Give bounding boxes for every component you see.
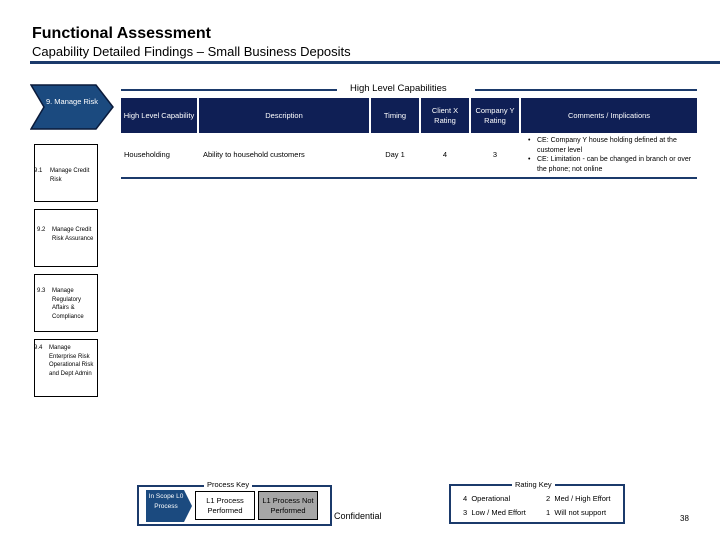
rating-value: 4 [463, 494, 468, 503]
rating-key-item: 4 Operational [463, 494, 510, 503]
comment-item: CE: Limitation - can be changed in branc… [528, 155, 699, 174]
comment-item: CE: Company Y house holding defined at t… [528, 136, 699, 155]
subprocess-number: 9.4 [34, 345, 43, 351]
cell-client-x-rating: 4 [442, 150, 448, 159]
column-header-client-x-rating: Client X Rating [421, 98, 469, 133]
column-header-label: Timing [383, 110, 407, 120]
rating-value: 1 [546, 508, 551, 517]
cell-description: Ability to household customers [203, 150, 305, 159]
subprocess-name: Manage Enterprise Risk Operational Risk … [49, 345, 94, 377]
section-rule-left [121, 89, 337, 91]
page-title: Functional Assessment [32, 25, 212, 42]
chevron-label: 9. Manage Risk [45, 97, 99, 106]
subprocess-name: Manage Credit Risk Assurance [52, 227, 94, 242]
rating-label: Will not support [554, 508, 607, 517]
subprocess-box-9-3: 9.3 Manage Regulatory Affairs & Complian… [34, 274, 98, 332]
table-header: High Level Capability Description Timing… [121, 98, 697, 133]
subprocess-box-9-1: 9.1 Manage Credit Risk [34, 144, 98, 202]
column-header-capability: High Level Capability [121, 98, 197, 133]
column-header-company-y-rating: Company Y Rating [471, 98, 519, 133]
column-header-label: Description [265, 110, 303, 120]
performed-label: L1 Process Performed [206, 495, 244, 515]
rating-label: Med / High Effort [554, 494, 611, 503]
row-divider [121, 177, 697, 179]
subprocess-number: 9.1 [34, 168, 43, 174]
subprocess-name: Manage Credit Risk [50, 168, 90, 183]
subprocess-box-9-2: 9.2 Manage Credit Risk Assurance [34, 209, 98, 267]
rating-key-item: 2 Med / High Effort [546, 494, 610, 503]
rating-key-item: 3 Low / Med Effort [463, 508, 526, 517]
subprocess-number: 9.3 [37, 288, 46, 294]
page-number: 38 [680, 514, 689, 523]
cell-capability: Householding [124, 150, 170, 159]
title-divider [30, 61, 720, 64]
process-chevron: 9. Manage Risk [30, 84, 114, 130]
column-header-label: High Level Capability [123, 110, 195, 120]
rating-key-item: 1 Will not support [546, 508, 606, 517]
page-subtitle: Capability Detailed Findings – Small Bus… [32, 44, 351, 59]
not-performed-label: L1 Process Not Performed [262, 495, 314, 515]
process-key-performed: L1 Process Performed [195, 491, 255, 520]
confidential-label: Confidential [334, 511, 382, 521]
column-header-label: Company Y Rating [475, 105, 515, 125]
cell-timing: Day 1 [385, 150, 405, 159]
cell-comments: CE: Company Y house holding defined at t… [527, 136, 699, 174]
section-rule-right [475, 89, 697, 91]
in-scope-label: In Scope L0 Process [148, 493, 184, 510]
section-title: High Level Capabilities [350, 83, 447, 94]
process-key-title: Process Key [204, 480, 253, 489]
rating-label: Low / Med Effort [471, 508, 526, 517]
cell-company-y-rating: 3 [492, 150, 498, 159]
column-header-label: Client X Rating [431, 105, 459, 125]
column-header-description: Description [199, 98, 369, 133]
rating-value: 3 [463, 508, 468, 517]
column-header-comments: Comments / Implications [521, 98, 697, 133]
column-header-label: Comments / Implications [567, 110, 651, 120]
column-header-timing: Timing [371, 98, 419, 133]
subprocess-box-9-4: 9.4 Manage Enterprise Risk Operational R… [34, 339, 98, 397]
rating-label: Operational [471, 494, 511, 503]
rating-key [449, 484, 625, 524]
subprocess-number: 9.2 [37, 227, 46, 233]
subprocess-name: Manage Regulatory Affairs & Compliance [52, 288, 84, 320]
rating-key-title: Rating Key [512, 480, 555, 489]
process-key-in-scope: In Scope L0 Process [146, 490, 193, 522]
process-key-not-performed: L1 Process Not Performed [258, 491, 318, 520]
rating-value: 2 [546, 494, 551, 503]
chevron-shape [30, 84, 114, 130]
